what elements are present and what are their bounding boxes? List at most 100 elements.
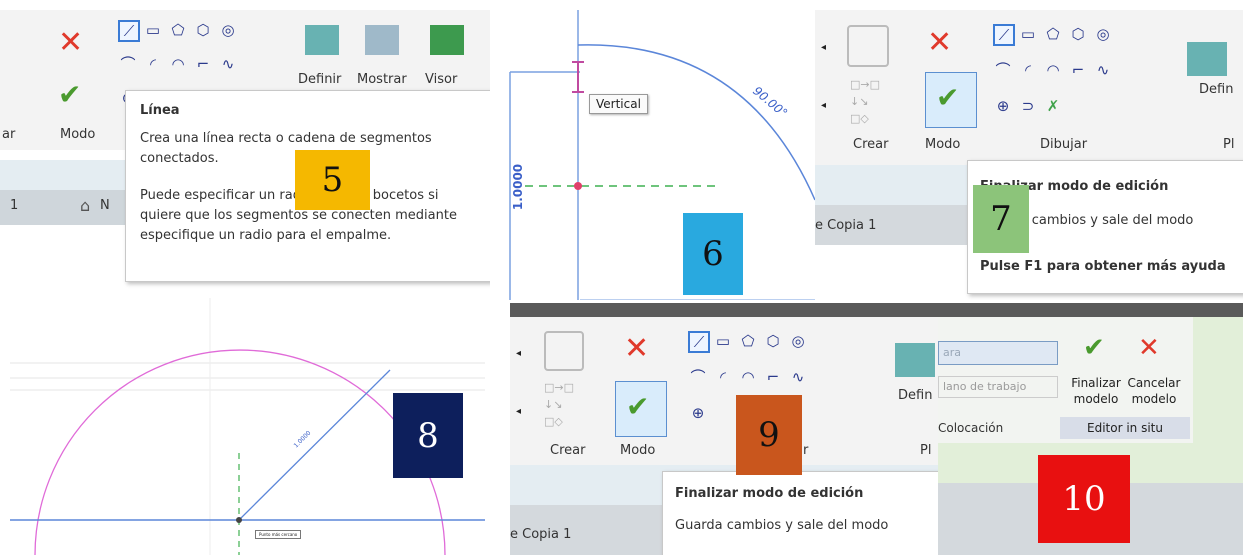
plane-grid-icon[interactable] [1187,42,1227,76]
rectangle-tool-icon[interactable]: ▭ [1018,24,1038,44]
tooltip-line-1: Guarda cambios y sale del modo [675,518,889,533]
show-label: Mostrar [357,72,407,87]
tooltip-title: Finalizar modo de edición [675,486,864,501]
tooltip-title: Línea [140,103,180,118]
dropdown-arrow-icon-2[interactable]: ◂ [516,406,521,417]
spline-tool-icon[interactable]: ∿ [788,367,808,387]
polygon-tool-icon[interactable]: ⬠ [168,20,188,40]
tooltip-line-3: Puede especificar un radio para los boce… [140,188,439,203]
finish-button[interactable]: ✔ [615,381,667,437]
arc-tool-icon[interactable]: ⌒ [118,54,138,74]
pick-lines-icon[interactable]: ⊃ [1018,96,1038,116]
panel-7: ◂ ◂ □→□ ↓↘ □◇ Crear ✕ ✔ Modo ⟋ ▭ ⬠ ⬡ ◎ ⌒ ◜… [815,10,1243,300]
green-area [1193,317,1243,443]
panel-6: Vertical 90.00° 1.0000 6 [505,10,820,300]
dropdown-arrow-icon[interactable]: ◂ [516,348,521,359]
pick-walls-icon[interactable]: ✗ [1043,96,1063,116]
arc-tangent-tool-icon[interactable]: ◠ [168,54,188,74]
cancel-icon[interactable]: ✕ [58,25,83,60]
plane-grid-icon[interactable] [895,343,935,377]
editor-label: Editor in situ [1060,417,1190,439]
viewer-icon[interactable] [430,25,464,55]
dibujar-label: Dibujar [1040,137,1088,152]
create-icon[interactable] [847,25,889,67]
finish-icon[interactable]: ✔ [58,78,81,111]
circle-tool-icon[interactable]: ◎ [788,331,808,351]
step-badge-5: 5 [295,150,370,210]
endpoint-label: Punto más cercano [255,530,302,539]
create-icon[interactable] [544,331,584,371]
dimension-label: 1.0000 [511,163,526,211]
arc-center-tool-icon[interactable]: ◜ [143,54,163,74]
tab-fragment: N [100,198,110,213]
cancel-model-label-1: Cancelar [1127,376,1181,390]
finish-tooltip: Finalizar modo de edición Guarda cambios… [662,471,940,555]
arc-center-tool-icon[interactable]: ◜ [1018,60,1038,80]
tooltip-line-1: Crea una línea recta o cadena de segment… [140,131,432,146]
tooltip-help: Pulse F1 para obtener más ayuda [980,259,1226,274]
sketch-canvas-6[interactable] [505,10,820,300]
dropdown-arrow-icon[interactable]: ◂ [821,42,826,53]
cancel-model-button[interactable]: Cancelar modelo [1124,375,1184,407]
polygon-tool-icon[interactable]: ⬠ [1043,24,1063,44]
modo-label: Modo [620,443,656,458]
cancel-model-icon[interactable]: ✕ [1138,333,1160,363]
create-small-icon[interactable]: □→□ ↓↘ □◇ [850,76,880,128]
arc-tangent-tool-icon[interactable]: ◠ [1043,60,1063,80]
step-badge-9: 9 [736,395,802,475]
title-strip-10 [938,303,1243,317]
viewer-label: Visor [425,72,458,87]
copia-label: e Copia 1 [510,527,572,542]
cancel-icon[interactable]: ✕ [624,331,649,366]
circle-tool-icon[interactable]: ◎ [218,20,238,40]
crear-label: Crear [550,443,586,458]
crear-label: Crear [853,137,889,152]
step-badge-7: 7 [973,185,1029,253]
rectangle-tool-icon[interactable]: ▭ [713,331,733,351]
p-label: Pl [1223,137,1235,152]
circumscribed-polygon-tool-icon[interactable]: ⬡ [193,20,213,40]
arc-tangent-tool-icon[interactable]: ◠ [738,367,758,387]
spline-tool-icon[interactable]: ∿ [1093,60,1113,80]
finish-model-button[interactable]: Finalizar modelo [1066,375,1126,407]
panel-5: ar ✕ ✔ Modo ⟋ ▭ ⬠ ⬡ ◎ ⌒ ◜ ◠ ⌐ ∿ ⊕ Defini… [0,10,490,290]
step-badge-8: 8 [393,393,463,478]
cancel-model-label-2: modelo [1131,392,1177,406]
show-plane-icon[interactable] [365,25,399,55]
circumscribed-polygon-tool-icon[interactable]: ⬡ [763,331,783,351]
circle-tool-icon[interactable]: ◎ [1093,24,1113,44]
modo-label: Modo [925,137,961,152]
tooltip-line-2: conectados. [140,151,219,166]
arc-tool-icon[interactable]: ⌒ [993,60,1013,80]
pick-tool-icon[interactable]: ⊕ [993,96,1013,116]
dropdown-arrow-icon-2[interactable]: ◂ [821,100,826,111]
pick-tool-icon[interactable]: ⊕ [688,403,708,423]
polygon-tool-icon[interactable]: ⬠ [738,331,758,351]
line-tool-icon[interactable]: ⟋ [688,331,710,353]
tab-left: 1 [10,198,19,213]
step-badge-6: 6 [683,213,743,295]
rectangle-tool-icon[interactable]: ▭ [143,20,163,40]
spline-tool-icon[interactable]: ∿ [218,54,238,74]
fillet-tool-icon[interactable]: ⌐ [193,54,213,74]
line-tool-icon[interactable]: ⟋ [993,24,1015,46]
finish-icon: ✔ [936,81,960,114]
cancel-icon[interactable]: ✕ [927,25,952,60]
fillet-tool-icon[interactable]: ⌐ [763,367,783,387]
plane-input[interactable]: ara [938,341,1058,365]
define-label: Definir [298,72,342,87]
circumscribed-polygon-tool-icon[interactable]: ⬡ [1068,24,1088,44]
left-fragment: ar [2,127,16,142]
arc-center-tool-icon[interactable]: ◜ [713,367,733,387]
plane-grid-icon[interactable] [305,25,339,55]
finish-model-icon[interactable]: ✔ [1083,333,1105,363]
line-tool-icon[interactable]: ⟋ [118,20,140,42]
finish-model-label-2: modelo [1073,392,1119,406]
arc-tool-icon[interactable]: ⌒ [688,367,708,387]
fillet-tool-icon[interactable]: ⌐ [1068,60,1088,80]
finish-button[interactable]: ✔ [925,72,977,128]
panel-9: ◂ ◂ □→□ ↓↘ □◇ Crear ✕ ✔ Modo ⟋ ▭ ⬠ ⬡ ◎ ⌒ ◜… [510,303,940,555]
create-small-icon[interactable]: □→□ ↓↘ □◇ [544,379,574,431]
define-label: Defin [898,388,933,403]
define-label: Defin [1199,82,1234,97]
